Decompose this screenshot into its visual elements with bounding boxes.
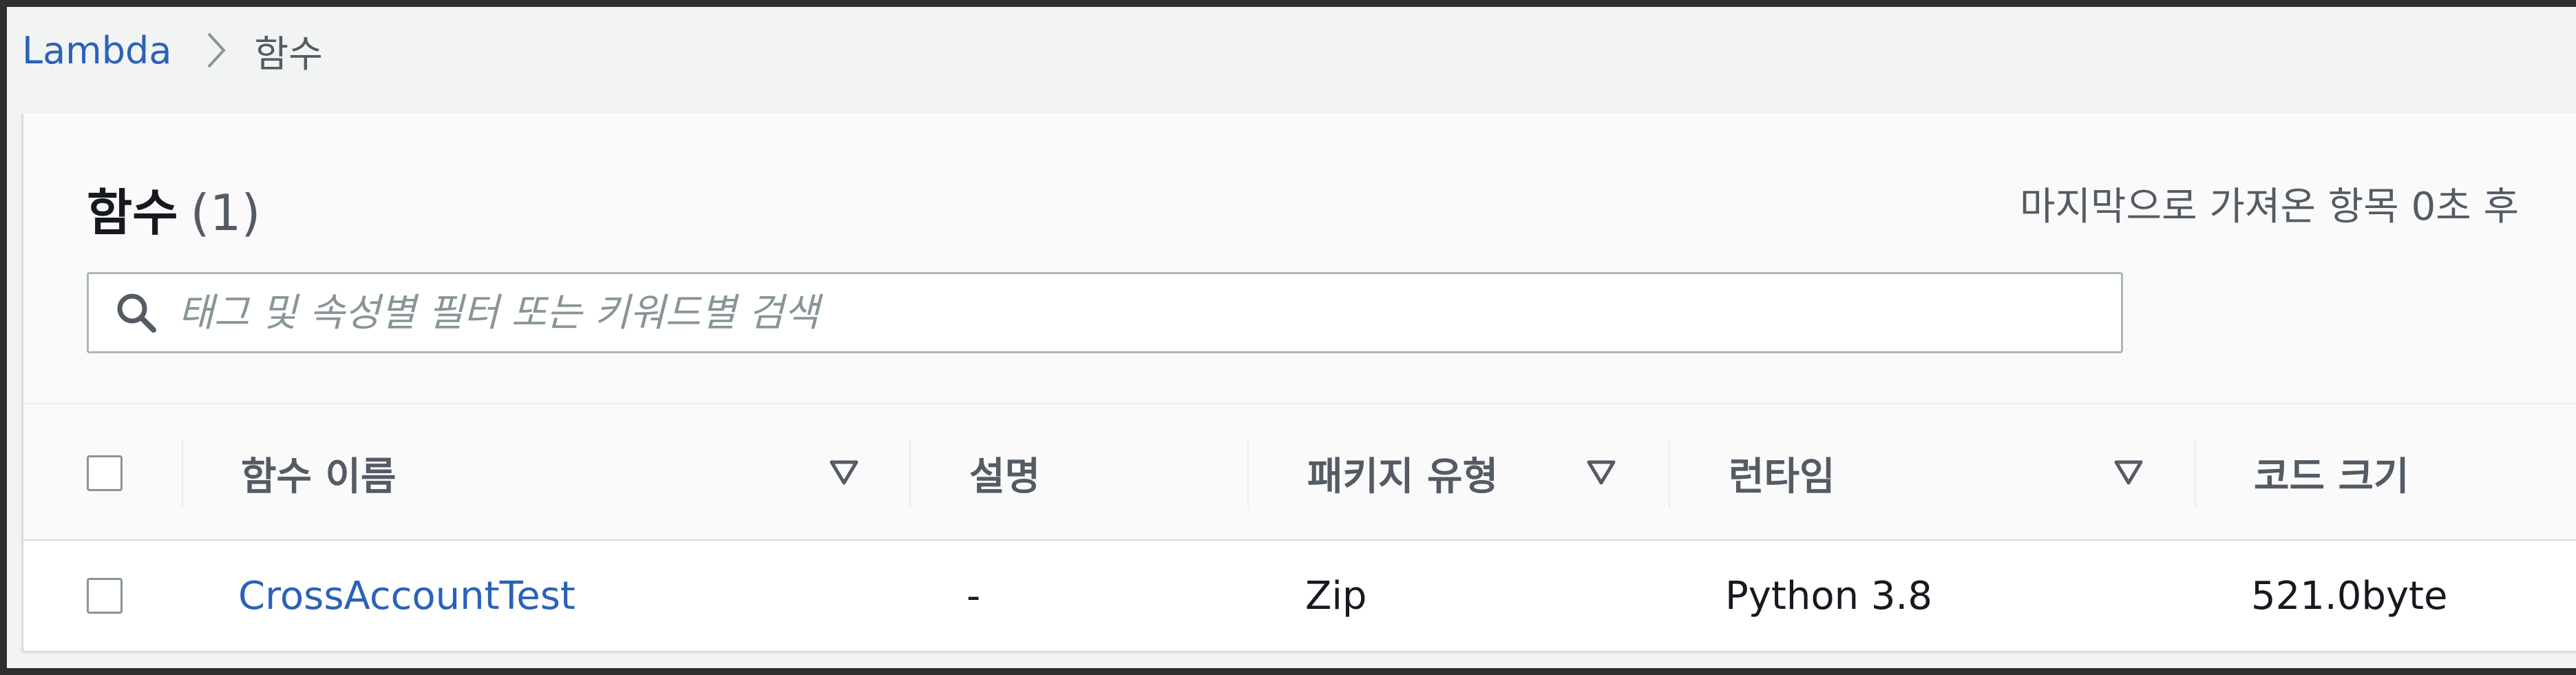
search-input[interactable] [178,290,2037,335]
table-row[interactable]: CrossAccountTest - Zip Python 3.8 521.0b… [23,541,2576,651]
column-divider [909,439,911,508]
runtime-cell: Python 3.8 [1725,573,1932,619]
column-header-package-type[interactable]: 패키지 유형 [1307,404,1498,542]
column-label: 패키지 유형 [1307,454,1499,499]
function-name-link[interactable]: CrossAccountTest [238,574,576,619]
page-title: 함수 (1) [87,172,260,245]
breadcrumb-lambda-link[interactable]: Lambda [22,29,171,72]
column-label: 설명 [969,454,1041,499]
package-type-cell: Zip [1305,573,1367,619]
column-label: 코드 크기 [2254,454,2409,499]
function-count: (1) [190,184,261,242]
row-checkbox[interactable] [87,578,123,614]
panel-title-text: 함수 [87,184,178,242]
last-fetched-status: 마지막으로 가져온 항목 0초 후 [2020,185,2520,229]
column-header-code-size[interactable]: 코드 크기 [2254,404,2409,542]
sort-down-icon[interactable] [829,459,859,487]
column-header-runtime[interactable]: 런타임 [1729,404,1835,542]
column-label: 함수 이름 [241,454,397,499]
breadcrumb-current: 함수 [254,32,323,76]
console-frame: Lambda 함수 함수 (1) 마지막으로 가져온 항목 0초 후 태그 및 … [7,7,2576,668]
column-divider [1247,439,1249,508]
function-name-cell: CrossAccountTest [238,541,576,651]
description-cell: - [967,573,981,619]
column-divider [182,439,183,508]
breadcrumb: Lambda 함수 [22,26,323,76]
select-all-checkbox[interactable] [87,455,123,491]
chevron-right-icon [206,31,226,70]
sort-down-icon[interactable] [2113,459,2144,487]
column-divider [2195,439,2196,508]
table-header: 함수 이름 설명 패키지 유형 런타임 코드 크기 [23,403,2576,541]
sort-down-icon[interactable] [1586,459,1616,487]
column-header-description[interactable]: 설명 [969,404,1040,542]
code-size-cell: 521.0byte [2251,573,2448,619]
functions-panel: 함수(1) 마지막으로 가져온 항목 0초 후 함수 이름 [22,114,2576,651]
column-header-function-name[interactable]: 함수 이름 [241,404,397,542]
search-icon [115,291,158,334]
column-divider [1669,439,1670,508]
panel-header: 함수 (1) 마지막으로 가져온 항목 0초 후 [23,114,2576,403]
column-label: 런타임 [1729,454,1835,499]
search-field[interactable] [87,272,2123,353]
